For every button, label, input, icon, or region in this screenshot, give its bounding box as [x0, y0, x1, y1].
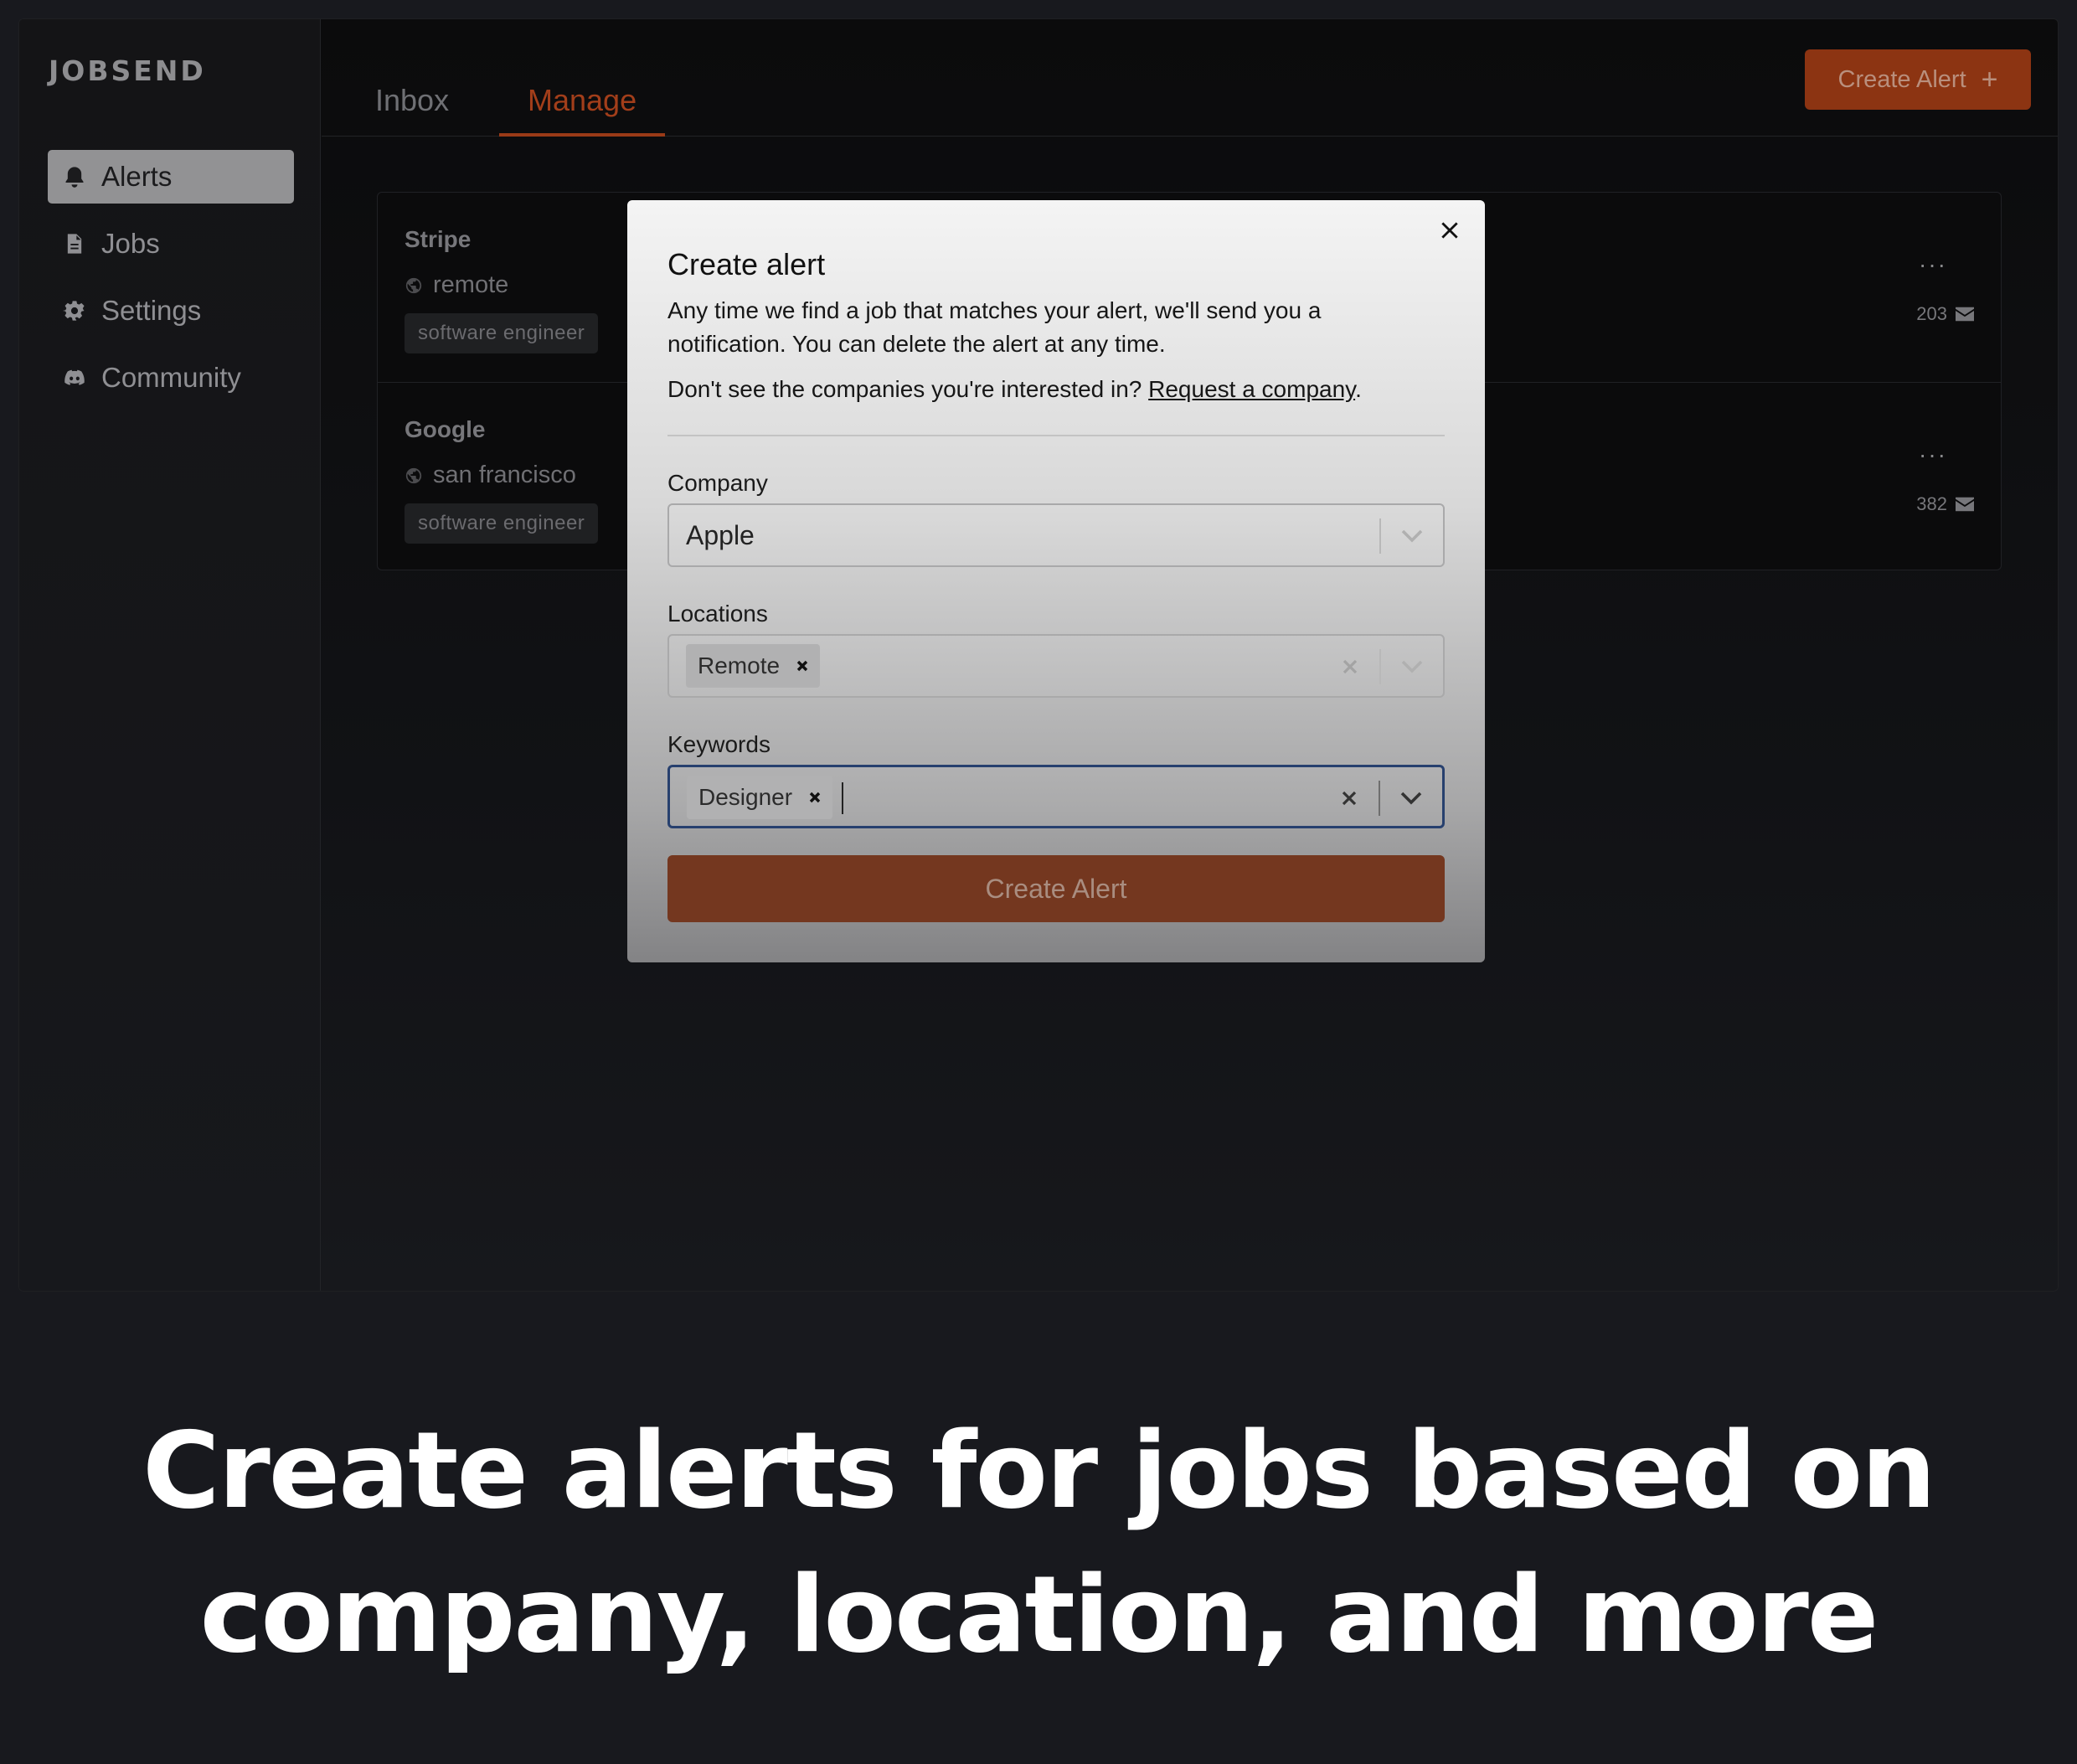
keyword-chip: Designer: [687, 776, 833, 819]
alert-count-text: 203: [1916, 303, 1947, 324]
alert-company: Stripe: [405, 226, 472, 252]
locations-label: Locations: [667, 601, 768, 627]
sidebar-item-alerts[interactable]: Alerts: [48, 150, 294, 204]
top-bar: Inbox Manage Create Alert +: [322, 19, 2058, 137]
chevron-down-icon[interactable]: [1399, 654, 1425, 679]
alert-count: 203: [1916, 303, 1974, 325]
caption-line-2: company, location, and more: [199, 1553, 1879, 1676]
sidebar-item-label: Settings: [101, 295, 202, 326]
clear-icon[interactable]: [1337, 786, 1362, 811]
text-caret: [842, 782, 843, 814]
sidebar: JOBSEND Alerts Jobs Settings Community: [19, 19, 321, 1291]
gear-icon: [63, 299, 86, 322]
document-icon: [63, 232, 86, 255]
create-alert-button[interactable]: Create Alert +: [1805, 49, 2031, 110]
alert-keyword-tag: software engineer: [405, 503, 599, 544]
modal-title: Create alert: [667, 247, 826, 281]
remove-chip-icon[interactable]: [795, 658, 810, 673]
company-label: Company: [667, 470, 768, 496]
alert-count: 382: [1916, 493, 1974, 515]
mail-icon: [1956, 307, 1974, 322]
select-separator: [1379, 781, 1380, 816]
globe-icon: [405, 277, 422, 293]
request-company-link[interactable]: Request a company: [1148, 376, 1355, 402]
chip-label: Designer: [698, 784, 793, 810]
chevron-down-icon[interactable]: [1399, 786, 1424, 811]
create-alert-modal: Create alert Any time we find a job that…: [627, 200, 1485, 962]
create-alert-label: Create Alert: [1837, 65, 1966, 93]
request-company-text: Don't see the companies you're intereste…: [667, 376, 1362, 403]
globe-icon: [405, 467, 422, 483]
alert-location: san francisco: [405, 462, 576, 489]
sidebar-nav: Alerts Jobs Settings Community: [48, 150, 294, 418]
keywords-label: Keywords: [667, 731, 770, 757]
chip-label: Remote: [698, 652, 781, 678]
remove-chip-icon[interactable]: [807, 790, 822, 805]
sidebar-item-label: Community: [101, 362, 241, 393]
location-chip: Remote: [686, 644, 821, 688]
bell-icon: [63, 165, 86, 188]
alert-company: Google: [405, 416, 486, 442]
sidebar-item-settings[interactable]: Settings: [48, 284, 294, 338]
company-select[interactable]: Apple: [667, 503, 1445, 567]
clear-icon[interactable]: [1337, 654, 1363, 679]
plus-icon: +: [1981, 63, 1998, 95]
select-separator: [1379, 518, 1381, 554]
alert-location-text: remote: [433, 271, 509, 298]
tab-manage[interactable]: Manage: [499, 83, 666, 137]
locations-select[interactable]: Remote: [667, 634, 1445, 698]
marketing-caption: Create alerts for jobs based on company,…: [0, 1399, 2077, 1687]
modal-description: Any time we find a job that matches your…: [667, 297, 1322, 357]
select-separator: [1379, 649, 1381, 684]
sidebar-item-jobs[interactable]: Jobs: [48, 217, 294, 271]
more-options-icon[interactable]: ···: [1919, 441, 1947, 468]
tab-inbox[interactable]: Inbox: [347, 83, 477, 137]
submit-create-alert-button[interactable]: Create Alert: [667, 855, 1445, 922]
alert-location-text: san francisco: [433, 462, 576, 488]
app-window: JOBSEND Alerts Jobs Settings Community I…: [18, 18, 2059, 1292]
chevron-down-icon[interactable]: [1399, 524, 1425, 549]
keywords-select[interactable]: Designer: [667, 765, 1445, 828]
sidebar-item-label: Alerts: [101, 161, 173, 192]
alert-keyword-tag: software engineer: [405, 313, 599, 353]
request-prefix: Don't see the companies you're intereste…: [667, 376, 1149, 402]
divider: [667, 435, 1445, 436]
brand-logo: JOBSEND: [49, 54, 206, 87]
sidebar-item-community[interactable]: Community: [48, 351, 294, 405]
alert-location: remote: [405, 271, 508, 299]
sidebar-item-label: Jobs: [101, 228, 160, 259]
request-suffix: .: [1355, 376, 1362, 402]
more-options-icon[interactable]: ···: [1919, 251, 1947, 278]
caption-line-1: Create alerts for jobs based on: [142, 1409, 1936, 1532]
alert-count-text: 382: [1916, 493, 1947, 514]
close-icon[interactable]: [1435, 215, 1465, 245]
discord-icon: [63, 366, 86, 389]
company-value: Apple: [686, 520, 755, 550]
mail-icon: [1956, 497, 1974, 512]
